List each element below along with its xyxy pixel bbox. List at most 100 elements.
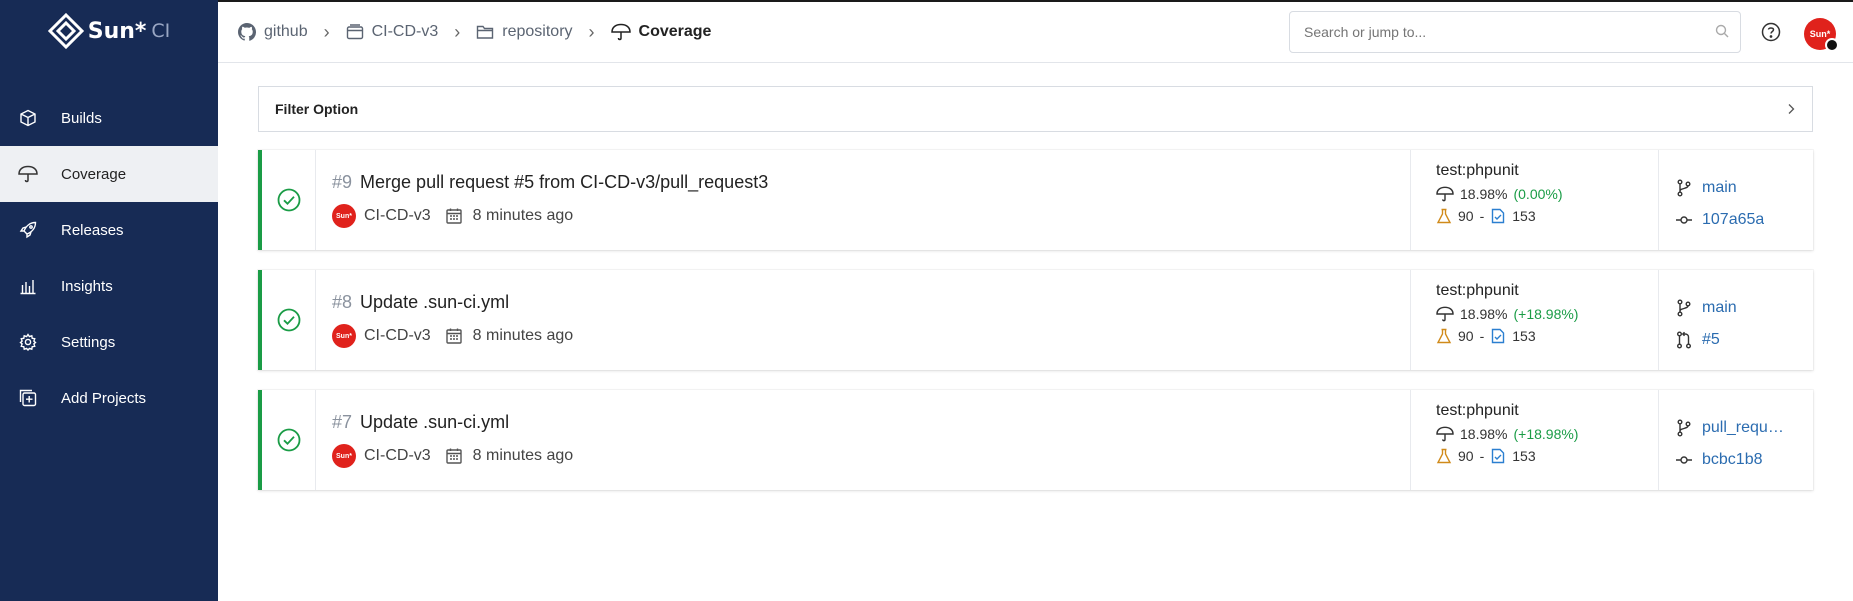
repo-name: CI-CD-v3	[364, 447, 431, 464]
filter-option-toggle[interactable]: Filter Option	[258, 86, 1813, 132]
repo-avatar: Sun*	[332, 444, 356, 468]
window-icon	[346, 24, 363, 40]
commit-icon	[1676, 456, 1692, 464]
sidebar-item-label: Coverage	[61, 165, 127, 183]
flask-icon	[1436, 208, 1452, 224]
branch-icon	[1677, 179, 1691, 197]
coverage-cell: test:phpunit 18.98% (0.00%) 90 - 153	[1411, 150, 1659, 250]
top-header: github › CI-CD-v3 › repository › Coverag…	[218, 2, 1853, 63]
calendar-icon	[445, 208, 462, 224]
sidebar-item-coverage[interactable]: Coverage	[0, 146, 218, 202]
branch-link[interactable]: main	[1702, 179, 1737, 197]
commit-link[interactable]: 107a65a	[1702, 211, 1764, 229]
breadcrumb-project[interactable]: CI-CD-v3	[346, 23, 438, 41]
build-info: #8 Update .sun-ci.yml Sun* CI-CD-v3 8 mi…	[316, 270, 1411, 370]
breadcrumb-repository[interactable]: repository	[476, 23, 573, 41]
job-name: test:phpunit	[1436, 162, 1519, 179]
sidebar-item-label: Settings	[61, 333, 116, 351]
breadcrumb: github › CI-CD-v3 › repository › Coverag…	[218, 22, 711, 43]
sidebar-item-settings[interactable]: Settings	[0, 314, 218, 370]
file-check-icon	[1492, 448, 1505, 464]
umbrella-icon	[1436, 426, 1454, 442]
coverage-delta: (+18.98%)	[1513, 426, 1579, 442]
repo-avatar: Sun*	[332, 204, 356, 228]
umbrella-icon	[1436, 186, 1454, 202]
sidebar-item-insights[interactable]: Insights	[0, 258, 218, 314]
coverage-value: 18.98%	[1460, 306, 1508, 322]
branch-link[interactable]: main	[1702, 299, 1737, 317]
search-input[interactable]	[1289, 11, 1741, 53]
help-icon[interactable]	[1761, 22, 1781, 42]
build-number[interactable]: #8	[332, 292, 352, 313]
build-number[interactable]: #7	[332, 412, 352, 433]
gear-icon	[18, 332, 38, 352]
repo-name: CI-CD-v3	[364, 207, 431, 224]
build-row[interactable]: #7 Update .sun-ci.yml Sun* CI-CD-v3 8 mi…	[258, 390, 1813, 490]
file-check-icon	[1492, 208, 1505, 224]
pull-request-icon	[1677, 331, 1691, 349]
status-cell	[262, 150, 316, 250]
main-content: Filter Option #9 Merge pull request #5 f…	[258, 86, 1813, 490]
bar-chart-icon	[18, 276, 38, 296]
files-count: 153	[1512, 448, 1536, 464]
build-title[interactable]: Update .sun-ci.yml	[360, 292, 509, 313]
build-title[interactable]: Update .sun-ci.yml	[360, 412, 509, 433]
branch-link[interactable]: pull_reque…	[1702, 419, 1788, 437]
brand-suffix: CI	[151, 20, 171, 42]
file-check-icon	[1492, 328, 1505, 344]
coverage-value: 18.98%	[1460, 186, 1508, 202]
sidebar-item-label: Builds	[61, 109, 102, 127]
build-number[interactable]: #9	[332, 172, 352, 193]
flask-icon	[1436, 328, 1452, 344]
ref-cell: main #5	[1659, 270, 1813, 370]
files-count: 153	[1512, 328, 1536, 344]
filter-option-label: Filter Option	[275, 101, 359, 117]
flask-icon	[1436, 448, 1452, 464]
commit-link[interactable]: bcbc1b8	[1702, 451, 1763, 469]
build-time: 8 minutes ago	[472, 327, 574, 344]
search-icon	[1715, 24, 1729, 38]
files-count: 153	[1512, 208, 1536, 224]
breadcrumb-coverage: Coverage	[610, 23, 711, 41]
ref-cell: pull_reque… bcbc1b8	[1659, 390, 1813, 490]
sidebar-item-builds[interactable]: Builds	[0, 90, 218, 146]
umbrella-icon	[1436, 306, 1454, 322]
repo-name: CI-CD-v3	[364, 327, 431, 344]
cube-icon	[18, 108, 38, 128]
breadcrumb-github[interactable]: github	[238, 23, 308, 41]
build-row[interactable]: #9 Merge pull request #5 from CI-CD-v3/p…	[258, 150, 1813, 250]
build-title[interactable]: Merge pull request #5 from CI-CD-v3/pull…	[360, 172, 768, 193]
pull-request-link[interactable]: #5	[1702, 331, 1720, 349]
umbrella-icon	[18, 164, 38, 184]
status-cell	[262, 390, 316, 490]
sidebar-item-label: Releases	[61, 221, 124, 239]
folder-icon	[477, 25, 494, 39]
logo[interactable]: Sun* CI	[0, 0, 218, 62]
commit-icon	[1676, 216, 1692, 224]
sidebar-item-add-projects[interactable]: Add Projects	[0, 370, 218, 426]
coverage-delta: (0.00%)	[1513, 186, 1563, 202]
build-row[interactable]: #8 Update .sun-ci.yml Sun* CI-CD-v3 8 mi…	[258, 270, 1813, 370]
build-info: #7 Update .sun-ci.yml Sun* CI-CD-v3 8 mi…	[316, 390, 1411, 490]
branch-icon	[1677, 299, 1691, 317]
repo-avatar: Sun*	[332, 324, 356, 348]
chevron-right-icon: ›	[588, 21, 595, 42]
tests-count: 90	[1458, 208, 1474, 224]
chevron-right-icon	[1788, 104, 1795, 114]
brand-name: Sun*	[87, 18, 147, 44]
build-info: #9 Merge pull request #5 from CI-CD-v3/p…	[316, 150, 1411, 250]
chevron-right-icon: ›	[454, 21, 461, 42]
ref-cell: main 107a65a	[1659, 150, 1813, 250]
calendar-icon	[445, 448, 462, 464]
job-name: test:phpunit	[1436, 282, 1519, 299]
success-check-icon	[277, 308, 300, 332]
github-icon	[238, 23, 256, 41]
coverage-delta: (+18.98%)	[1513, 306, 1579, 322]
sidebar: Sun* CI Builds Coverage Releases Insight…	[0, 0, 218, 601]
chevron-right-icon: ›	[323, 21, 330, 42]
github-badge-icon	[1825, 38, 1839, 52]
sidebar-item-releases[interactable]: Releases	[0, 202, 218, 258]
sidebar-item-label: Insights	[61, 277, 113, 295]
coverage-value: 18.98%	[1460, 426, 1508, 442]
tests-count: 90	[1458, 328, 1474, 344]
